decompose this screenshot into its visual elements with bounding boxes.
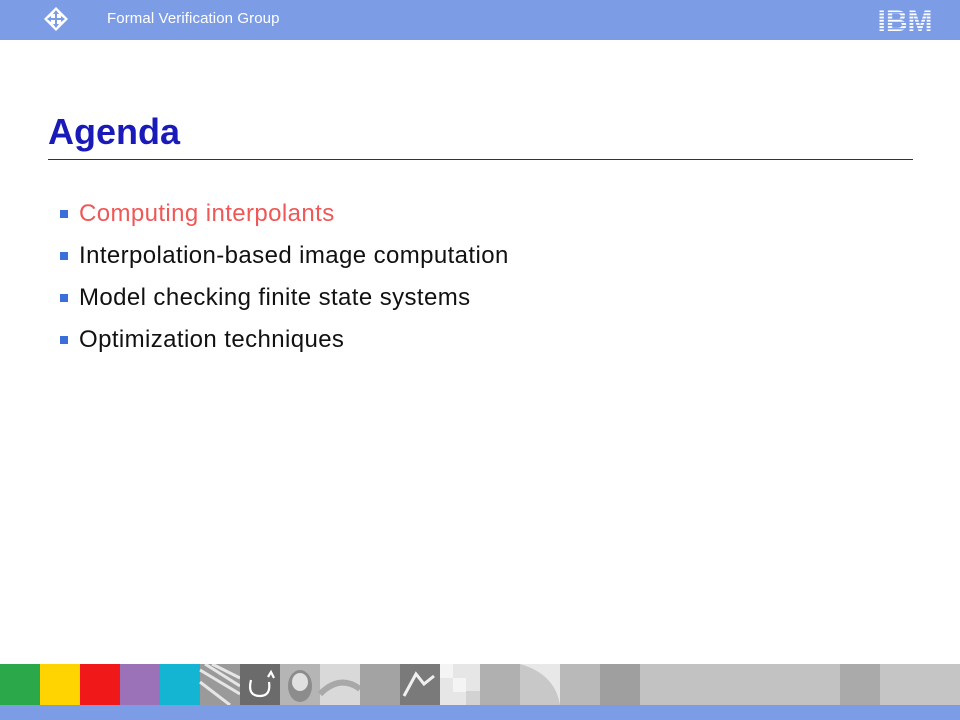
header-bar: Formal Verification Group IBM — [0, 0, 960, 40]
agenda-item-label: Optimization techniques — [79, 326, 345, 353]
svg-text:IBM: IBM — [878, 7, 933, 33]
agenda-list: Computing interpolants Interpolation-bas… — [60, 196, 509, 364]
square-bullet-icon — [60, 294, 68, 302]
title-divider — [48, 159, 913, 160]
agenda-item-label: Model checking finite state systems — [79, 284, 471, 311]
ibm-logo: IBM — [878, 7, 933, 33]
color-tile-red — [80, 664, 120, 705]
group-name: Formal Verification Group — [107, 10, 280, 27]
agenda-item-label: Computing interpolants — [79, 200, 335, 227]
agenda-item-interpolation-image: Interpolation-based image computation — [60, 238, 509, 280]
square-bullet-icon — [60, 252, 68, 260]
footer-bar — [0, 705, 960, 720]
agenda-item-label: Interpolation-based image computation — [79, 242, 509, 269]
agenda-item-computing-interpolants: Computing interpolants — [60, 196, 509, 238]
footer-image-strip — [0, 664, 960, 705]
square-bullet-icon — [60, 210, 68, 218]
page-title: Agenda — [48, 111, 181, 152]
color-tile-green — [0, 664, 40, 705]
color-tile-cyan — [160, 664, 200, 705]
navigation-arrows-icon — [44, 7, 68, 31]
square-bullet-icon — [60, 336, 68, 344]
color-tile-purple — [120, 664, 160, 705]
slide: Formal Verification Group IBM Agenda Com… — [0, 0, 960, 720]
color-tile-yellow — [40, 664, 80, 705]
agenda-item-model-checking: Model checking finite state systems — [60, 280, 509, 322]
agenda-item-optimization: Optimization techniques — [60, 322, 509, 364]
